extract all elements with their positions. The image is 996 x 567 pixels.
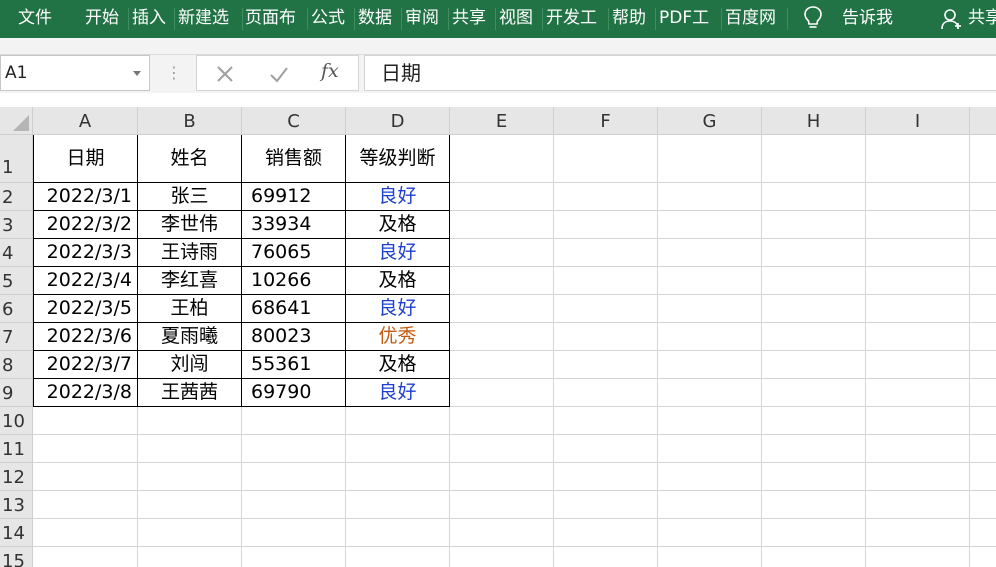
column-header-i[interactable]: I: [866, 107, 970, 135]
column-header-d[interactable]: D: [346, 107, 450, 135]
lightbulb-icon[interactable]: [802, 5, 824, 31]
cell-a3[interactable]: 2022/3/2: [34, 211, 137, 238]
cell-b2[interactable]: 张三: [138, 183, 241, 210]
row-header-13[interactable]: 13: [0, 491, 33, 519]
formula-bar: A1 ⋮ fx 日期: [0, 55, 996, 93]
cell-d9[interactable]: 良好: [346, 379, 449, 406]
cell-c6[interactable]: 68641: [242, 295, 345, 322]
cell-c7[interactable]: 80023: [242, 323, 345, 350]
tell-me-search[interactable]: 告诉我: [842, 0, 902, 38]
cell-c3[interactable]: 33934: [242, 211, 345, 238]
cell-d4[interactable]: 良好: [346, 239, 449, 266]
cell-a4[interactable]: 2022/3/3: [34, 239, 137, 266]
column-header-e[interactable]: E: [450, 107, 554, 135]
tab-view[interactable]: 视图: [499, 0, 539, 38]
cell-d6[interactable]: 良好: [346, 295, 449, 322]
column-header-a[interactable]: A: [33, 107, 138, 135]
tab-data[interactable]: 数据: [358, 0, 398, 38]
cell-a1[interactable]: 日期: [34, 135, 137, 182]
row-header-6[interactable]: 6: [0, 295, 33, 323]
cell-b4[interactable]: 王诗雨: [138, 239, 241, 266]
cell-d2[interactable]: 良好: [346, 183, 449, 210]
row-header-14[interactable]: 14: [0, 519, 33, 547]
tab-pdf-tools[interactable]: PDF工: [659, 0, 719, 38]
worksheet-grid: A B C D E F G H I 1 2 3 4 5 6 7 8 9 10 1…: [0, 107, 996, 567]
cell-b5[interactable]: 李红喜: [138, 267, 241, 294]
tab-file[interactable]: 文件: [18, 0, 58, 38]
tab-developer[interactable]: 开发工: [546, 0, 606, 38]
cell-b7[interactable]: 夏雨曦: [138, 323, 241, 350]
check-icon[interactable]: [267, 62, 291, 86]
tab-insert[interactable]: 插入: [132, 0, 172, 38]
row-header-15[interactable]: 15: [0, 547, 33, 567]
cell-b1[interactable]: 姓名: [138, 135, 241, 182]
share-button[interactable]: 共享: [968, 0, 996, 38]
column-header-b[interactable]: B: [138, 107, 242, 135]
cell-c4[interactable]: 76065: [242, 239, 345, 266]
row-header-5[interactable]: 5: [0, 267, 33, 295]
cell-c9[interactable]: 69790: [242, 379, 345, 406]
tab-home[interactable]: 开始: [85, 0, 125, 38]
cell-d7[interactable]: 优秀: [346, 323, 449, 350]
x-icon[interactable]: [213, 62, 237, 86]
column-header-g[interactable]: G: [658, 107, 762, 135]
cell-a9[interactable]: 2022/3/8: [34, 379, 137, 406]
tab-share[interactable]: 共享: [452, 0, 492, 38]
cell-c5[interactable]: 10266: [242, 267, 345, 294]
row-header-12[interactable]: 12: [0, 463, 33, 491]
tab-help[interactable]: 帮助: [612, 0, 652, 38]
row-header-11[interactable]: 11: [0, 435, 33, 463]
cell-b8[interactable]: 刘闯: [138, 351, 241, 378]
name-box[interactable]: A1: [0, 55, 150, 91]
cell-a2[interactable]: 2022/3/1: [34, 183, 137, 210]
cell-a8[interactable]: 2022/3/7: [34, 351, 137, 378]
cell-a6[interactable]: 2022/3/5: [34, 295, 137, 322]
chevron-down-icon[interactable]: [133, 71, 141, 76]
cell-b6[interactable]: 王柏: [138, 295, 241, 322]
row-header-4[interactable]: 4: [0, 239, 33, 267]
cell-b9[interactable]: 王茜茜: [138, 379, 241, 406]
row-header-1[interactable]: 1: [0, 135, 33, 183]
formula-input[interactable]: 日期: [364, 55, 996, 91]
cell-area[interactable]: 日期 姓名 销售额 等级判断 2022/3/1 张三 69912 良好 2022…: [33, 135, 996, 567]
more-options-icon[interactable]: ⋮: [166, 63, 182, 83]
tab-new-options[interactable]: 新建选: [178, 0, 240, 38]
cell-d1[interactable]: 等级判断: [346, 135, 449, 182]
tab-review[interactable]: 审阅: [405, 0, 445, 38]
person-icon: [941, 9, 961, 30]
cell-c2[interactable]: 69912: [242, 183, 345, 210]
cell-c1[interactable]: 销售额: [242, 135, 345, 182]
row-header-9[interactable]: 9: [0, 379, 33, 407]
cell-d3[interactable]: 及格: [346, 211, 449, 238]
cell-a7[interactable]: 2022/3/6: [34, 323, 137, 350]
cell-a5[interactable]: 2022/3/4: [34, 267, 137, 294]
row-header-10[interactable]: 10: [0, 407, 33, 435]
row-header-3[interactable]: 3: [0, 211, 33, 239]
cell-d8[interactable]: 及格: [346, 351, 449, 378]
ribbon-collapsed-area: [0, 38, 996, 55]
row-header-7[interactable]: 7: [0, 323, 33, 351]
tab-formulas[interactable]: 公式: [311, 0, 351, 38]
row-header-2[interactable]: 2: [0, 183, 33, 211]
column-header-c[interactable]: C: [242, 107, 346, 135]
column-header-j[interactable]: [970, 107, 996, 135]
cell-c8[interactable]: 55361: [242, 351, 345, 378]
excel-window: 文件 开始 插入 新建选 页面布 公式 数据 审阅 共享 视图 开发工 帮助 P…: [0, 0, 996, 567]
column-header-h[interactable]: H: [762, 107, 866, 135]
column-header-f[interactable]: F: [554, 107, 658, 135]
tab-page-layout[interactable]: 页面布: [245, 0, 305, 38]
select-all-corner[interactable]: [0, 107, 33, 135]
insert-function-button[interactable]: fx: [321, 60, 339, 82]
tab-baidu-netdisk[interactable]: 百度网: [725, 0, 785, 38]
ribbon-tab-bar: 文件 开始 插入 新建选 页面布 公式 数据 审阅 共享 视图 开发工 帮助 P…: [0, 0, 996, 38]
formula-buttons: fx: [196, 55, 359, 91]
row-header-8[interactable]: 8: [0, 351, 33, 379]
name-box-value: A1: [5, 63, 28, 83]
cell-d5[interactable]: 及格: [346, 267, 449, 294]
cell-b3[interactable]: 李世伟: [138, 211, 241, 238]
